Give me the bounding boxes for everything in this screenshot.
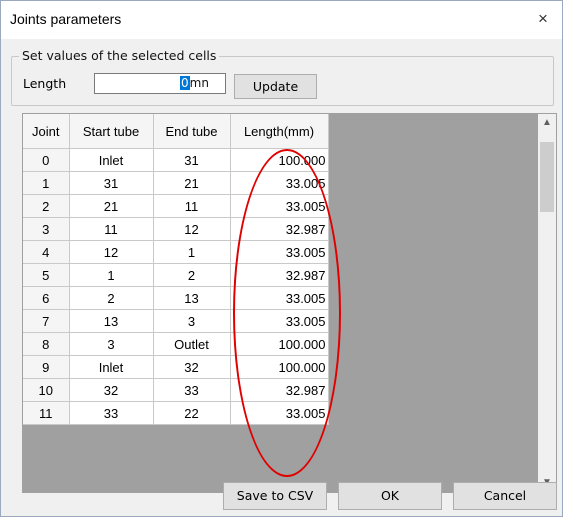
table-row[interactable]: 2 21 11 33.005 bbox=[23, 194, 329, 218]
end-tube-cell[interactable]: 31 bbox=[153, 148, 231, 172]
start-tube-cell[interactable]: 2 bbox=[69, 286, 154, 310]
end-tube-cell[interactable]: 13 bbox=[153, 286, 231, 310]
table-row[interactable]: 4 12 1 33.005 bbox=[23, 240, 329, 264]
table-row[interactable]: 6 2 13 33.005 bbox=[23, 286, 329, 310]
dialog-body: Set values of the selected cells Length … bbox=[1, 39, 562, 516]
length-cell[interactable]: 32.987 bbox=[230, 217, 329, 241]
start-tube-cell[interactable]: 3 bbox=[69, 332, 154, 356]
length-cell[interactable]: 33.005 bbox=[230, 309, 329, 333]
start-tube-cell[interactable]: 21 bbox=[69, 194, 154, 218]
table-row[interactable]: 9 Inlet 32 100.000 bbox=[23, 355, 329, 379]
length-cell[interactable]: 33.005 bbox=[230, 401, 329, 425]
joint-cell[interactable]: 8 bbox=[23, 332, 70, 356]
end-tube-cell[interactable]: 3 bbox=[153, 309, 231, 333]
start-tube-cell[interactable]: 31 bbox=[69, 171, 154, 195]
start-tube-cell[interactable]: 33 bbox=[69, 401, 154, 425]
group-label: Set values of the selected cells bbox=[19, 48, 220, 63]
selected-text: 0 bbox=[180, 76, 190, 90]
table-row[interactable]: 8 3 Outlet 100.000 bbox=[23, 332, 329, 356]
end-tube-cell[interactable]: 32 bbox=[153, 355, 231, 379]
table-row[interactable]: 7 13 3 33.005 bbox=[23, 309, 329, 333]
joint-cell[interactable]: 1 bbox=[23, 171, 70, 195]
length-cell[interactable]: 100.000 bbox=[230, 332, 329, 356]
length-label: Length bbox=[23, 76, 67, 91]
table-row[interactable]: 11 33 22 33.005 bbox=[23, 401, 329, 425]
end-tube-cell[interactable]: 2 bbox=[153, 263, 231, 287]
title-bar: Joints parameters × bbox=[1, 1, 562, 39]
end-tube-cell[interactable]: Outlet bbox=[153, 332, 231, 356]
close-icon[interactable]: × bbox=[532, 8, 554, 30]
length-cell[interactable]: 32.987 bbox=[230, 263, 329, 287]
joint-cell[interactable]: 10 bbox=[23, 378, 70, 402]
length-cell[interactable]: 33.005 bbox=[230, 194, 329, 218]
length-cell[interactable]: 32.987 bbox=[230, 378, 329, 402]
table-row[interactable]: 1 31 21 33.005 bbox=[23, 171, 329, 195]
joint-cell[interactable]: 11 bbox=[23, 401, 70, 425]
cancel-button[interactable]: Cancel bbox=[453, 482, 557, 510]
start-tube-cell[interactable]: Inlet bbox=[69, 355, 154, 379]
col-header-start-tube[interactable]: Start tube bbox=[69, 114, 154, 149]
start-tube-cell[interactable]: 1 bbox=[69, 263, 154, 287]
scrollbar-thumb[interactable] bbox=[540, 142, 554, 212]
end-tube-cell[interactable]: 22 bbox=[153, 401, 231, 425]
length-input-value: 0mn bbox=[180, 76, 209, 91]
end-tube-cell[interactable]: 33 bbox=[153, 378, 231, 402]
start-tube-cell[interactable]: 13 bbox=[69, 309, 154, 333]
dialog-title: Joints parameters bbox=[10, 11, 122, 27]
save-to-csv-button[interactable]: Save to CSV bbox=[223, 482, 327, 510]
start-tube-cell[interactable]: 12 bbox=[69, 240, 154, 264]
end-tube-cell[interactable]: 21 bbox=[153, 171, 231, 195]
ok-button[interactable]: OK bbox=[338, 482, 442, 510]
joint-cell[interactable]: 3 bbox=[23, 217, 70, 241]
length-input[interactable]: 0mn bbox=[94, 73, 226, 94]
start-tube-cell[interactable]: Inlet bbox=[69, 148, 154, 172]
length-cell[interactable]: 100.000 bbox=[230, 355, 329, 379]
header-row: Joint Start tube End tube Length(mm) bbox=[23, 114, 329, 149]
col-header-joint[interactable]: Joint bbox=[23, 114, 70, 149]
joint-cell[interactable]: 4 bbox=[23, 240, 70, 264]
length-cell[interactable]: 100.000 bbox=[230, 148, 329, 172]
joint-cell[interactable]: 0 bbox=[23, 148, 70, 172]
table-row[interactable]: 0 Inlet 31 100.000 bbox=[23, 148, 329, 172]
joint-cell[interactable]: 7 bbox=[23, 309, 70, 333]
joint-cell[interactable]: 9 bbox=[23, 355, 70, 379]
joints-table: Joint Start tube End tube Length(mm) 0 In… bbox=[23, 114, 329, 425]
end-tube-cell[interactable]: 11 bbox=[153, 194, 231, 218]
table-row[interactable]: 3 11 12 32.987 bbox=[23, 217, 329, 241]
end-tube-cell[interactable]: 1 bbox=[153, 240, 231, 264]
joint-cell[interactable]: 5 bbox=[23, 263, 70, 287]
table-row[interactable]: 5 1 2 32.987 bbox=[23, 263, 329, 287]
joints-grid: Joint Start tube End tube Length(mm) 0 In… bbox=[22, 113, 557, 493]
start-tube-cell[interactable]: 11 bbox=[69, 217, 154, 241]
chevron-up-icon[interactable]: ▲ bbox=[538, 114, 556, 132]
col-header-end-tube[interactable]: End tube bbox=[153, 114, 231, 149]
length-cell[interactable]: 33.005 bbox=[230, 171, 329, 195]
joint-cell[interactable]: 6 bbox=[23, 286, 70, 310]
length-cell[interactable]: 33.005 bbox=[230, 286, 329, 310]
joint-cell[interactable]: 2 bbox=[23, 194, 70, 218]
end-tube-cell[interactable]: 12 bbox=[153, 217, 231, 241]
length-cell[interactable]: 33.005 bbox=[230, 240, 329, 264]
joints-parameters-dialog: Joints parameters × Set values of the se… bbox=[0, 0, 563, 517]
vertical-scrollbar[interactable]: ▲ ▼ bbox=[538, 114, 556, 492]
input-text: mn bbox=[189, 76, 209, 90]
start-tube-cell[interactable]: 32 bbox=[69, 378, 154, 402]
col-header-length[interactable]: Length(mm) bbox=[230, 114, 329, 149]
table-row[interactable]: 10 32 33 32.987 bbox=[23, 378, 329, 402]
update-button[interactable]: Update bbox=[234, 74, 317, 99]
